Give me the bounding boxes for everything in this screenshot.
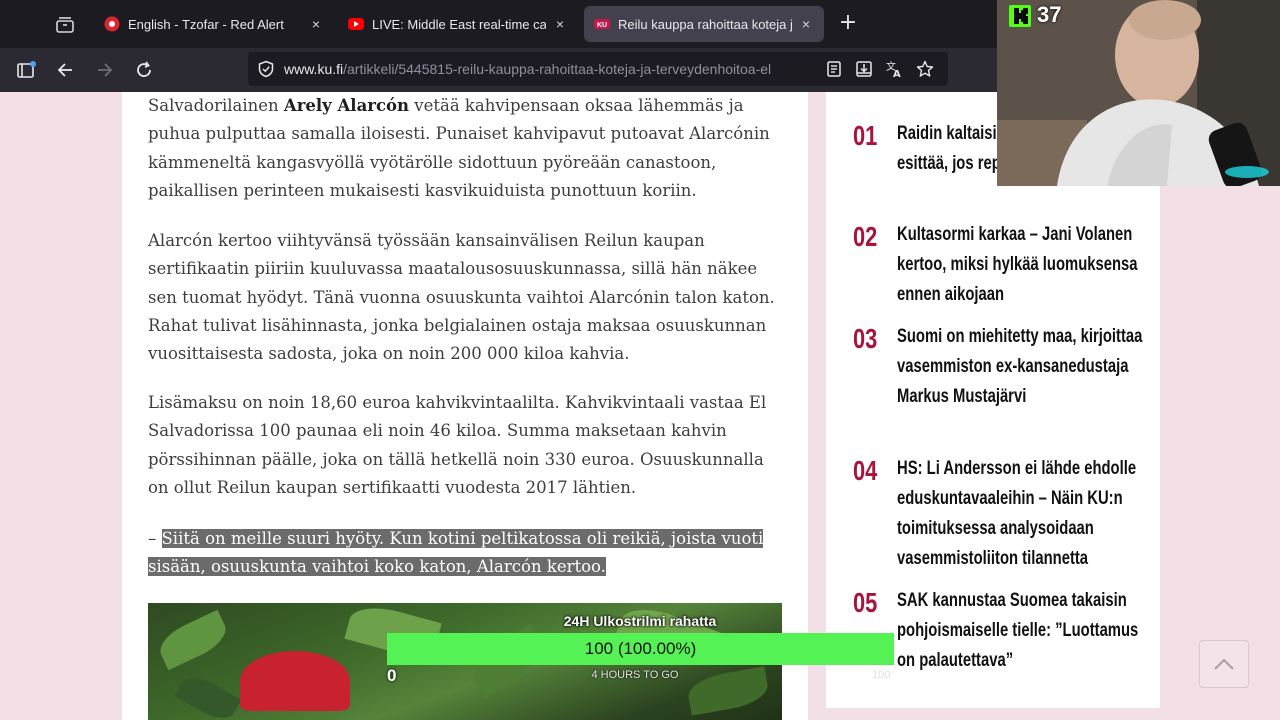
chevron-up-icon: [1214, 658, 1234, 670]
goal-progress-text: 100 (100.00%): [584, 639, 697, 658]
sidebar-toggle-icon[interactable]: [14, 58, 38, 82]
tab-title: English - Tzofar - Red Alert: [128, 16, 284, 32]
tab-live-cam[interactable]: LIVE: Middle East real-time cam ×: [338, 6, 578, 42]
url-text[interactable]: www.ku.fi/artikkeli/5445815-reilu-kauppa…: [284, 61, 812, 77]
rank-number: 03: [853, 323, 878, 354]
paragraph-text: Salvadorilainen: [148, 96, 284, 115]
new-tab-button[interactable]: +: [836, 12, 860, 36]
article-paragraph-1: Salvadorilainen Arely Alarcón vetää kahv…: [148, 92, 788, 205]
url-path: /artikkeli/5445815-reilu-kauppa-rahoitta…: [343, 61, 772, 77]
address-bar[interactable]: www.ku.fi/artikkeli/5445815-reilu-kauppa…: [248, 52, 948, 86]
goal-min-label: 0: [387, 666, 397, 685]
save-to-pocket-icon[interactable]: [855, 60, 873, 78]
most-read-title[interactable]: Kultasormi karkaa – Jani Volanen kertoo,…: [897, 220, 1154, 310]
goal-title: 24H Ulkostrilmi rahatta: [563, 613, 717, 629]
youtube-icon: [348, 18, 364, 30]
rank-number: 01: [853, 120, 878, 151]
close-tab-icon[interactable]: ×: [308, 16, 324, 32]
quote-dash: –: [148, 529, 157, 548]
red-alert-favicon-icon: [104, 16, 120, 32]
reader-view-icon[interactable]: [825, 60, 843, 78]
bookmark-star-icon[interactable]: [916, 60, 934, 78]
ku-favicon-icon: KU: [594, 19, 610, 29]
viewer-count: 37: [1037, 2, 1062, 27]
person-name: Arely Alarcón: [283, 96, 410, 115]
article-quote: – Siitä on meille suuri hyöty. Kun kotin…: [148, 525, 788, 582]
article-paragraph-3: Lisämaksu on noin 18,60 euroa kahvikvint…: [148, 393, 767, 497]
translate-icon[interactable]: 文A: [885, 60, 903, 78]
webcam-overlay: 37: [997, 0, 1280, 186]
tab-title: Reilu kauppa rahoittaa koteja ja: [618, 16, 792, 32]
goal-time-remaining: 4 HOURS TO GO: [591, 669, 679, 681]
reload-icon[interactable]: [132, 58, 156, 82]
svg-text:A: A: [893, 69, 901, 78]
rank-number: 04: [853, 455, 878, 486]
scroll-to-top-button[interactable]: [1199, 640, 1249, 688]
tab-ku-article[interactable]: KU Reilu kauppa rahoittaa koteja ja ×: [584, 6, 824, 42]
selected-quote-text[interactable]: Siitä on meille suuri hyöty. Kun kotini …: [148, 529, 764, 577]
goal-progress-bar: 100 (100.00%): [387, 633, 894, 665]
tab-overview-icon[interactable]: [48, 10, 82, 40]
rank-number: 05: [853, 587, 878, 618]
shield-icon[interactable]: [257, 60, 275, 78]
forward-arrow-icon[interactable]: [93, 58, 117, 82]
url-host: www.ku.fi: [284, 61, 344, 77]
most-read-title[interactable]: HS: Li Andersson ei lähde ehdolle edusku…: [897, 454, 1154, 574]
tab-tzofar[interactable]: English - Tzofar - Red Alert ×: [94, 6, 334, 42]
goal-max-label: 100: [872, 669, 891, 681]
most-read-title[interactable]: SAK kannustaa Suomea takaisin pohjoismai…: [897, 586, 1154, 676]
close-tab-icon[interactable]: ×: [552, 16, 568, 32]
svg-text:KU: KU: [597, 22, 607, 29]
tab-title: LIVE: Middle East real-time cam: [372, 16, 546, 32]
close-tab-icon[interactable]: ×: [798, 16, 814, 32]
article-paragraph-2: Alarcón kertoo viihtyvänsä työssään kans…: [148, 231, 775, 364]
kick-logo-icon: [1009, 5, 1031, 27]
red-cap: [240, 651, 350, 711]
most-read-title[interactable]: Suomi on miehitetty maa, kirjoittaa vase…: [897, 322, 1154, 412]
rank-number: 02: [853, 221, 878, 252]
back-arrow-icon[interactable]: [53, 58, 77, 82]
